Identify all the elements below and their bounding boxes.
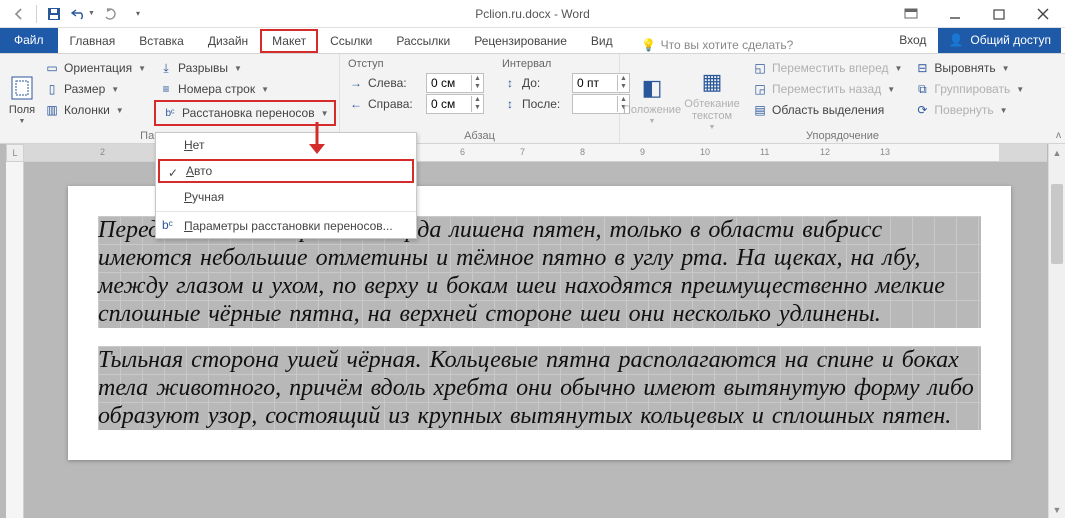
size-icon: ▯	[44, 81, 60, 97]
close-icon[interactable]	[1021, 0, 1065, 28]
ribbon-display-icon[interactable]	[889, 0, 933, 28]
ruler-tick: 8	[580, 147, 585, 157]
check-icon: ✓	[168, 166, 178, 180]
ribbon-collapse-icon[interactable]: ᴧ	[1056, 130, 1061, 141]
ribbon-tabs: Файл Главная Вставка Дизайн Макет Ссылки…	[0, 28, 1065, 54]
vertical-ruler[interactable]	[6, 162, 24, 518]
ruler-tick: 9	[640, 147, 645, 157]
ruler-tick: 10	[700, 147, 710, 157]
tab-design[interactable]: Дизайн	[196, 29, 260, 53]
selection-pane-icon: ▤	[752, 102, 768, 118]
titlebar: ▼ ▾ Pclion.ru.docx - Word	[0, 0, 1065, 28]
spacing-before-icon: ↕	[502, 75, 518, 91]
rotate-icon: ⟳	[914, 102, 930, 118]
group-page-setup: Поля ▼ ▭Ориентация▼ ▯Размер▼ ▥Колонки▼ ⤓…	[0, 54, 340, 143]
wrap-text-button: ▦ Обтекание текстом▼	[680, 58, 744, 141]
hyphenation-dropdown: Нет ✓Авто Ручная bᶜПараметры расстановки…	[155, 132, 417, 239]
bring-forward-icon: ◱	[752, 60, 768, 76]
sign-in-link[interactable]: Вход	[887, 28, 938, 52]
indent-left-spinner[interactable]: ▲▼	[426, 73, 484, 93]
columns-icon: ▥	[44, 102, 60, 118]
wrap-icon: ▦	[698, 68, 726, 96]
undo-icon[interactable]: ▼	[69, 2, 95, 26]
group-paragraph: Отступ → Слева: ▲▼ ← Справа: ▲▼ Интервал…	[340, 54, 620, 143]
tab-home[interactable]: Главная	[58, 29, 128, 53]
breaks-icon: ⤓	[158, 60, 174, 76]
indent-header: Отступ	[348, 58, 484, 70]
margins-button[interactable]: Поля ▼	[8, 58, 36, 141]
minimize-icon[interactable]	[933, 0, 977, 28]
share-button[interactable]: 👤 Общий доступ	[938, 27, 1061, 53]
bring-forward-button: ◱Переместить вперед▼	[748, 58, 906, 78]
tab-layout[interactable]: Макет	[260, 29, 318, 53]
margins-icon	[8, 74, 36, 102]
spacing-after-icon: ↕	[502, 96, 518, 112]
hyph-auto-item[interactable]: ✓Авто	[158, 159, 414, 183]
ruler-tick: 12	[820, 147, 830, 157]
quick-access-toolbar: ▼ ▾	[0, 2, 151, 26]
tab-mailings[interactable]: Рассылки	[384, 29, 462, 53]
tab-insert[interactable]: Вставка	[127, 29, 196, 53]
group-objects-button: ⧉Группировать▼	[910, 79, 1028, 99]
line-numbers-icon: ≡	[158, 81, 174, 97]
align-icon: ⊟	[914, 60, 930, 76]
hyph-manual-item[interactable]: Ручная	[156, 185, 416, 209]
send-backward-button: ◲Переместить назад▼	[748, 79, 906, 99]
spacing-header: Интервал	[502, 58, 630, 70]
ruler-tick: 6	[460, 147, 465, 157]
ruler-tick: 7	[520, 147, 525, 157]
scroll-thumb[interactable]	[1051, 184, 1063, 264]
qat-customize-icon[interactable]: ▾	[125, 2, 151, 26]
vertical-scrollbar[interactable]: ▲ ▼	[1048, 144, 1065, 518]
back-icon[interactable]	[6, 2, 32, 26]
scroll-up-icon[interactable]: ▲	[1049, 144, 1065, 161]
scroll-down-icon[interactable]: ▼	[1049, 501, 1065, 518]
indent-left-icon: →	[348, 75, 364, 91]
orientation-button[interactable]: ▭Ориентация▼	[40, 58, 150, 78]
window-title: Pclion.ru.docx - Word	[475, 7, 590, 21]
tell-me-placeholder: Что вы хотите сделать?	[661, 38, 794, 52]
selection-pane-button[interactable]: ▤Область выделения	[748, 100, 906, 120]
send-backward-icon: ◲	[752, 81, 768, 97]
hyph-options-icon: bᶜ	[162, 218, 173, 232]
breaks-button[interactable]: ⤓Разрывы▼	[154, 58, 336, 78]
share-icon: 👤	[948, 32, 964, 48]
ruler-corner[interactable]: L	[6, 144, 24, 162]
group-label-arrange: Упорядочение	[620, 130, 1065, 142]
redo-icon[interactable]	[97, 2, 123, 26]
orientation-icon: ▭	[44, 60, 60, 76]
paragraph-2[interactable]: Тыльная сторона ушей чёрная. Кольцевые п…	[98, 346, 981, 430]
window-controls	[889, 0, 1065, 28]
indent-right-icon: ←	[348, 96, 364, 112]
ruler-tick: 13	[880, 147, 890, 157]
hyphenation-icon: bᶜ	[162, 105, 178, 121]
tab-references[interactable]: Ссылки	[318, 29, 384, 53]
tab-view[interactable]: Вид	[579, 29, 625, 53]
indent-right-spinner[interactable]: ▲▼	[426, 94, 484, 114]
size-button[interactable]: ▯Размер▼	[40, 79, 150, 99]
rotate-button: ⟳Повернуть▼	[910, 100, 1028, 120]
group-icon: ⧉	[914, 81, 930, 97]
ruler-tick: 2	[100, 147, 105, 157]
position-icon: ◧	[638, 74, 666, 102]
ribbon: Поля ▼ ▭Ориентация▼ ▯Размер▼ ▥Колонки▼ ⤓…	[0, 54, 1065, 144]
position-button: ◧ Положение▼	[628, 58, 676, 141]
tab-review[interactable]: Рецензирование	[462, 29, 579, 53]
maximize-icon[interactable]	[977, 0, 1021, 28]
save-icon[interactable]	[41, 2, 67, 26]
tab-file[interactable]: Файл	[0, 27, 58, 53]
tell-me-box[interactable]: 💡 Что вы хотите сделать?	[641, 37, 794, 53]
line-numbers-button[interactable]: ≡Номера строк▼	[154, 79, 336, 99]
columns-button[interactable]: ▥Колонки▼	[40, 100, 150, 120]
align-button[interactable]: ⊟Выровнять▼	[910, 58, 1028, 78]
bulb-icon: 💡	[641, 37, 657, 53]
ruler-tick: 11	[760, 147, 769, 157]
group-arrange: ◧ Положение▼ ▦ Обтекание текстом▼ ◱Перем…	[620, 54, 1065, 143]
hyphenation-button[interactable]: bᶜРасстановка переносов▼	[158, 103, 332, 123]
hyph-options-item[interactable]: bᶜПараметры расстановки переносов...	[156, 214, 416, 238]
hyph-none-item[interactable]: Нет	[156, 133, 416, 157]
